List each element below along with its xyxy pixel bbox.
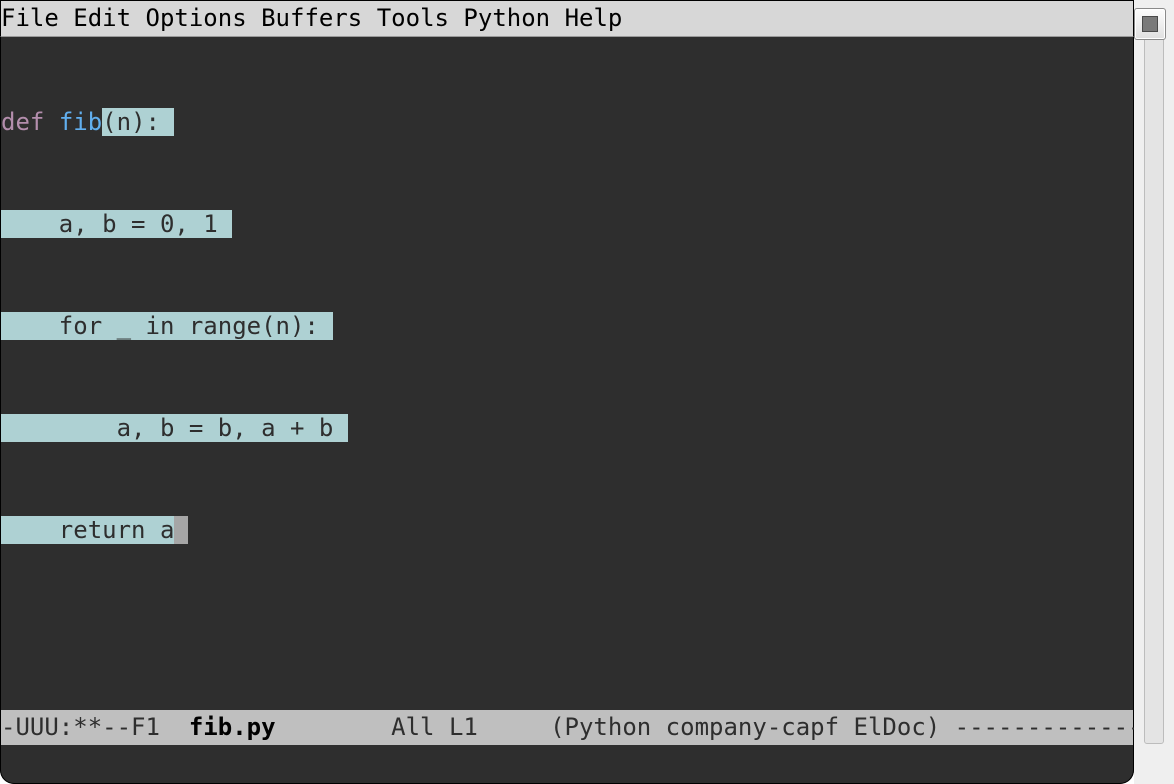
selection: (n):	[102, 108, 160, 136]
menu-help[interactable]: Help	[565, 1, 623, 36]
code-text: a, b = 0, 1	[59, 210, 232, 238]
menu-file[interactable]: File	[1, 1, 59, 36]
minibuffer[interactable]	[0, 745, 1134, 784]
square-icon	[1142, 16, 1158, 32]
scrollbar-column	[1134, 0, 1174, 784]
text-cursor	[174, 516, 188, 544]
menu-tools[interactable]: Tools	[377, 1, 449, 36]
code-line-1: def fib(n):	[1, 105, 1133, 139]
main-column: File Edit Options Buffers Tools Python H…	[0, 0, 1134, 784]
emacs-frame: File Edit Options Buffers Tools Python H…	[0, 0, 1174, 784]
code-text: return a	[59, 516, 175, 544]
modeline-status: -UUU:**--F1	[1, 713, 189, 741]
menu-buffers[interactable]: Buffers	[261, 1, 362, 36]
func-name: fib	[59, 108, 102, 136]
mode-line[interactable]: -UUU:**--F1 fib.py All L1 (Python compan…	[0, 710, 1134, 745]
code-line-4: a, b = b, a + b	[1, 411, 1133, 445]
buffer-name: fib.py	[189, 713, 276, 741]
code-line-2: a, b = 0, 1	[1, 207, 1133, 241]
menu-edit[interactable]: Edit	[73, 1, 131, 36]
menu-options[interactable]: Options	[146, 1, 247, 36]
editor-area[interactable]: def fib(n): a, b = 0, 1 for _ in range(n…	[0, 37, 1134, 710]
menu-bar: File Edit Options Buffers Tools Python H…	[0, 0, 1134, 37]
menu-python[interactable]: Python	[463, 1, 550, 36]
scrollbar-track[interactable]	[1144, 36, 1164, 744]
code-line-3: for _ in range(n):	[1, 309, 1133, 343]
modeline-info: All L1 (Python company-capf ElDoc) -----…	[276, 713, 1143, 741]
code-text: for _ in range(n):	[59, 312, 334, 340]
window-control-icon[interactable]	[1134, 8, 1166, 40]
keyword-def: def	[1, 108, 44, 136]
code-text: a, b = b, a + b	[117, 414, 348, 442]
code-line-5: return a	[1, 513, 1133, 547]
